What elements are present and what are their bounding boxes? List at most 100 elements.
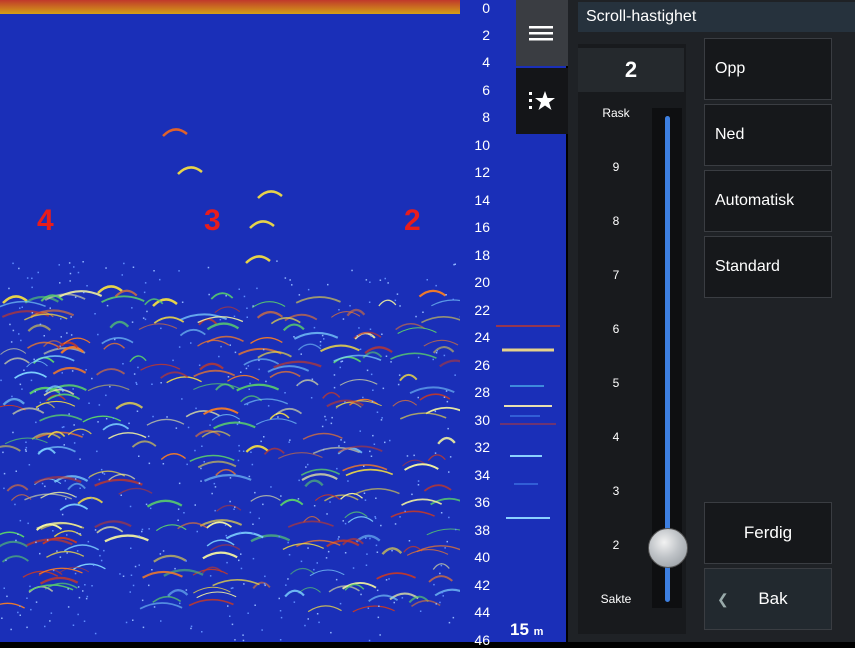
sonar-noise <box>82 261 84 263</box>
sonar-noise <box>10 629 12 631</box>
sonar-noise <box>415 316 417 318</box>
sonar-noise <box>141 531 143 533</box>
sonar-noise <box>447 541 449 543</box>
sonar-noise <box>176 427 178 429</box>
sonar-noise <box>181 398 183 400</box>
sonar-noise <box>366 565 368 567</box>
sonar-echo-arc <box>200 364 223 370</box>
sonar-noise <box>200 468 202 470</box>
sonar-noise <box>179 346 181 348</box>
up-button[interactable]: Opp <box>704 38 832 100</box>
sonar-echo-arc <box>251 496 281 502</box>
sonar-noise <box>17 612 19 614</box>
slider-knob[interactable] <box>648 528 688 568</box>
sonar-echo-arc <box>402 499 442 505</box>
sonar-noise <box>229 501 231 503</box>
sonar-noise <box>190 342 192 344</box>
sonar-echo-arc <box>147 419 184 425</box>
sonar-noise <box>243 583 245 585</box>
sonar-noise <box>3 488 4 490</box>
sonar-noise <box>444 397 446 399</box>
sonar-echo-arc <box>95 480 143 486</box>
sonar-noise <box>433 359 435 361</box>
sonar-noise <box>150 508 152 510</box>
sonar-noise <box>387 282 389 284</box>
sonar-noise <box>101 469 103 471</box>
sonar-noise <box>72 388 74 390</box>
sonar-noise <box>60 556 62 558</box>
sonar-noise <box>376 545 378 547</box>
range-value: 15 <box>510 620 529 639</box>
sonar-echo-arc <box>210 545 239 551</box>
sonar-noise <box>40 402 42 404</box>
chevron-left-icon: ❮ <box>717 569 729 629</box>
depth-tick: 40 <box>456 550 490 564</box>
sonar-noise <box>186 589 188 591</box>
back-button[interactable]: ❮ Bak <box>704 568 832 630</box>
sonar-echo-arc <box>421 317 460 323</box>
sonar-noise <box>75 573 77 575</box>
down-button[interactable]: Ned <box>704 104 832 166</box>
sonar-noise <box>427 279 429 281</box>
sonar-noise <box>88 541 90 543</box>
menu-button[interactable] <box>516 0 568 66</box>
sonar-echo-arc <box>3 399 24 405</box>
sonar-noise <box>439 573 441 575</box>
sonar-noise <box>288 441 290 443</box>
sonar-noise <box>163 463 165 465</box>
sonar-echo-arc <box>202 567 221 573</box>
sonar-noise <box>304 625 306 627</box>
sonar-noise <box>249 476 251 478</box>
sonar-echo-arc <box>251 535 290 541</box>
sonar-noise <box>113 417 115 419</box>
done-button[interactable]: Ferdig <box>704 502 832 564</box>
sonar-noise <box>235 352 237 354</box>
sonar-noise <box>65 498 67 500</box>
sonar-noise <box>8 288 10 290</box>
sonar-noise <box>145 282 147 284</box>
sonar-echo-arc <box>241 396 262 402</box>
sonar-noise <box>433 584 435 586</box>
sonar-noise <box>87 596 89 598</box>
standard-button[interactable]: Standard <box>704 236 832 298</box>
sonar-noise <box>450 456 452 458</box>
automatic-button[interactable]: Automatisk <box>704 170 832 232</box>
sonar-noise <box>199 365 201 367</box>
sonar-noise <box>404 511 406 512</box>
sonar-noise <box>374 516 376 518</box>
favorites-button[interactable] <box>516 68 568 134</box>
sonar-noise <box>285 277 287 279</box>
sonar-echo-arc <box>258 191 282 198</box>
sonar-noise <box>254 492 256 494</box>
sonar-noise <box>159 279 161 281</box>
sonar-noise <box>79 488 81 490</box>
sonar-noise <box>340 603 342 605</box>
sonar-noise <box>237 424 239 426</box>
sonar-noise <box>30 609 32 611</box>
sonar-noise <box>375 518 377 520</box>
sonar-echo-arc <box>141 364 180 370</box>
sonar-echo-arc <box>178 167 202 174</box>
depth-tick: 30 <box>456 413 490 427</box>
sonar-noise <box>242 634 244 636</box>
zone-label-3: 3 <box>204 204 221 238</box>
sonar-noise <box>136 384 138 386</box>
sonar-echo-arc <box>5 358 30 364</box>
sonar-echo-arc <box>246 256 270 263</box>
sonar-noise <box>336 468 338 470</box>
sonar-noise <box>247 404 249 406</box>
depth-tick: 32 <box>456 440 490 454</box>
sonar-noise <box>121 495 123 497</box>
sonar-noise <box>263 436 265 438</box>
sonar-noise <box>70 273 72 275</box>
sonar-echo-arc <box>353 606 395 612</box>
sonar-noise <box>395 300 397 302</box>
sonar-noise <box>130 506 132 508</box>
slider-min-label: Sakte <box>586 592 646 606</box>
sonar-noise <box>264 583 266 585</box>
sonar-echo-arc <box>302 474 337 480</box>
sonar-noise <box>240 553 242 555</box>
slider-tick: 9 <box>586 160 646 174</box>
sonar-noise <box>146 311 148 313</box>
sonar-noise <box>149 463 151 465</box>
